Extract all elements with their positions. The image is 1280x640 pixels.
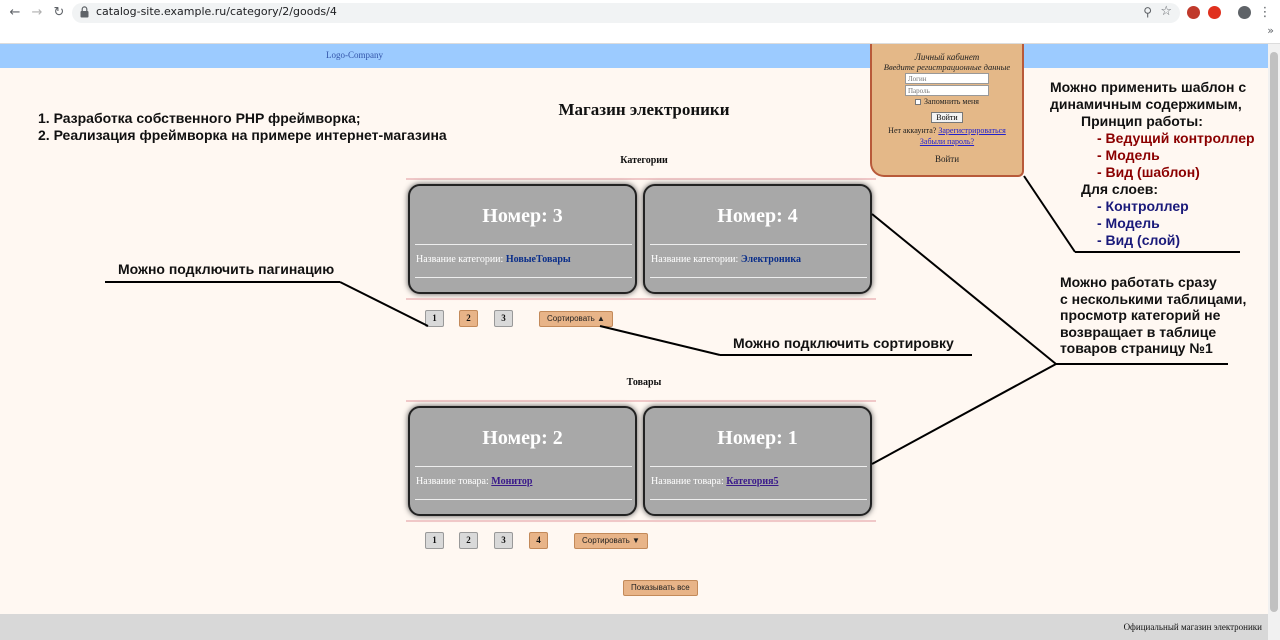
sorting-pointer [599, 325, 721, 356]
footer-text: Официальный магазин электроники [1123, 622, 1262, 632]
pagination-pointer [339, 281, 429, 327]
extension-icon[interactable] [1187, 6, 1200, 19]
forward-arrow-icon[interactable]: → [28, 4, 46, 22]
site-footer: Официальный магазин электроники [0, 614, 1268, 640]
address-bar[interactable]: catalog-site.example.ru/category/2/goods… [72, 3, 1180, 23]
tables-pointer-upper [871, 213, 1057, 365]
bookmarks-more-icon[interactable]: » [1267, 24, 1274, 37]
reload-icon[interactable]: ↻ [50, 4, 68, 22]
profile-icon[interactable] [1238, 6, 1251, 19]
vertical-scrollbar[interactable] [1268, 44, 1280, 640]
bookmark-star-icon[interactable]: ☆ [1160, 4, 1172, 19]
lock-icon [80, 6, 89, 18]
scrollbar-thumb[interactable] [1270, 52, 1278, 612]
zoom-icon[interactable]: ⚲ [1143, 5, 1152, 19]
url-text: catalog-site.example.ru/category/2/goods… [96, 5, 337, 18]
browser-toolbar: ← → ↻ catalog-site.example.ru/category/2… [0, 0, 1280, 44]
annotation-connectors [105, 175, 1240, 465]
adblock-icon[interactable] [1208, 6, 1221, 19]
page: Logo-Company Личный кабинет Введите реги… [0, 44, 1268, 640]
template-pointer [1023, 175, 1076, 253]
menu-kebab-icon[interactable]: ⋮ [1256, 4, 1274, 22]
back-arrow-icon[interactable]: ← [6, 4, 24, 22]
tables-pointer-lower [871, 363, 1057, 465]
